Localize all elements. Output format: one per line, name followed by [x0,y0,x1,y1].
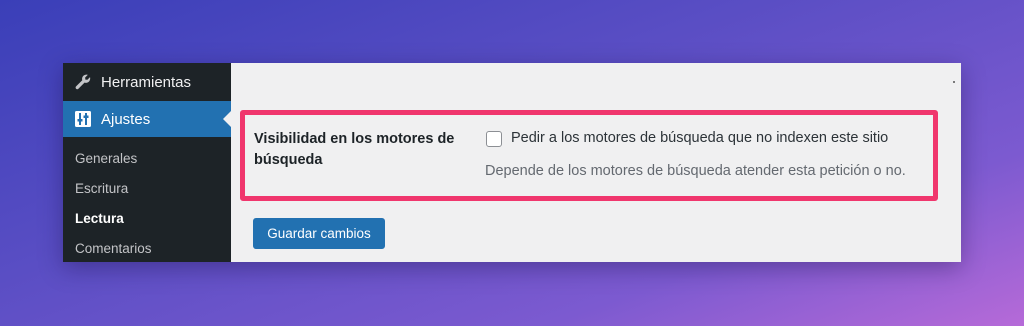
sidebar-item-tools[interactable]: Herramientas [63,64,231,100]
wrench-icon [73,72,93,92]
submenu-item-generales[interactable]: Generales [75,151,137,166]
submenu-item-escritura[interactable]: Escritura [75,181,128,196]
sidebar-item-settings-label: Ajustes [101,110,151,128]
admin-sidebar: Herramientas Ajustes Generales Escritura… [63,63,231,262]
submenu-item-lectura[interactable]: Lectura [75,211,124,226]
sidebar-item-settings[interactable]: Ajustes [63,101,231,137]
settings-content: Visibilidad en los motores de búsqueda P… [231,63,961,262]
admin-window: Herramientas Ajustes Generales Escritura… [63,63,961,262]
decorative-dot [953,81,955,83]
noindex-checkbox[interactable] [486,131,502,147]
search-visibility-label: Visibilidad en los motores de búsqueda [254,131,455,168]
submenu-item-comentarios[interactable]: Comentarios [75,241,152,256]
noindex-description: Depende de los motores de búsqueda atend… [485,163,906,179]
noindex-checkbox-label[interactable]: Pedir a los motores de búsqueda que no i… [511,130,888,146]
save-button[interactable]: Guardar cambios [253,218,385,249]
settings-sliders-icon [73,109,93,129]
sidebar-item-tools-label: Herramientas [101,73,192,91]
